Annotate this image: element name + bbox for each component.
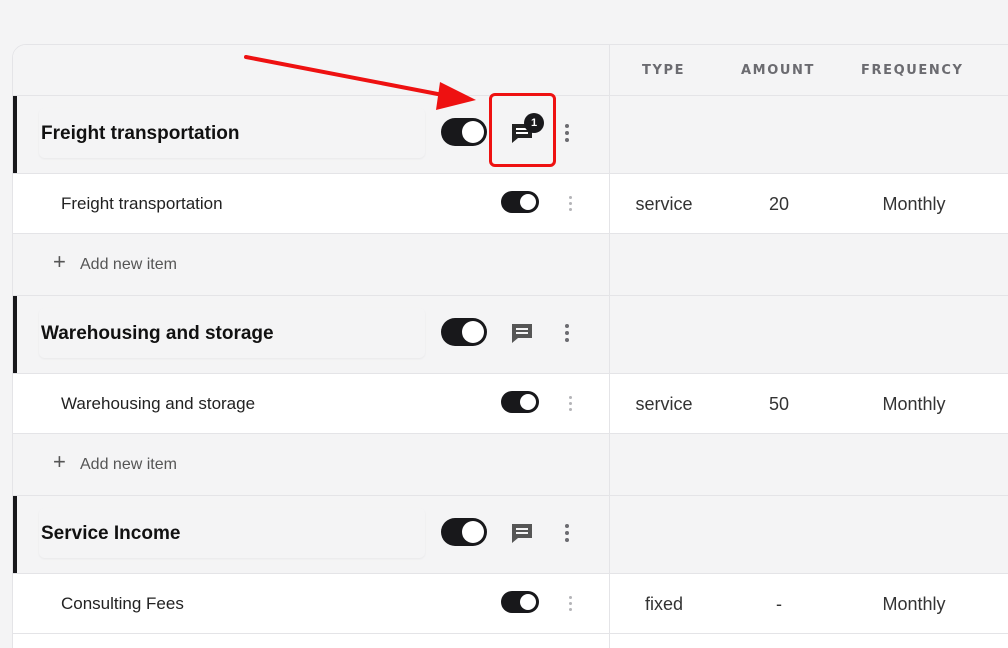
annotation-arrow	[244, 55, 476, 110]
